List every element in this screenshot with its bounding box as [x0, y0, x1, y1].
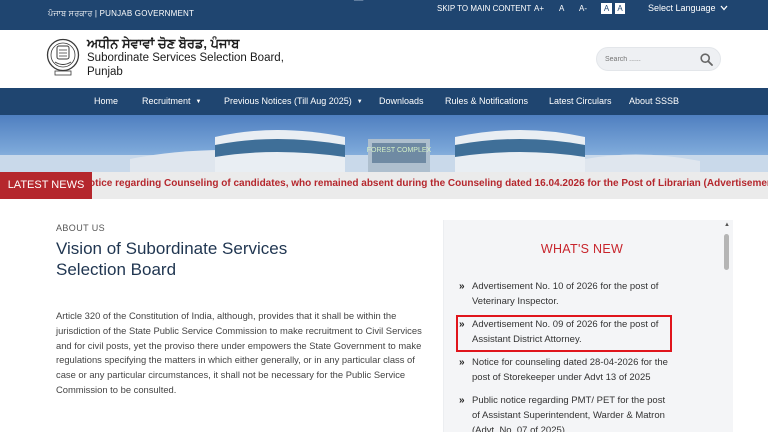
site-header: ਅਧੀਨ ਸੇਵਾਵਾਂ ਚੋਣ ਬੋਰਡ, ਪੰਜਾਬ Subordinate… — [0, 30, 768, 88]
nav-item-about-sssb[interactable]: About SSSB — [629, 96, 679, 106]
nav-item-previous-notices[interactable]: Previous Notices (Till Aug 2025) ▼ — [224, 96, 363, 106]
latest-news-link[interactable]: otice regarding Counseling of candidates… — [89, 178, 768, 189]
nav-item-previous-notices-label: Previous Notices (Till Aug 2025) — [224, 96, 352, 106]
whats-new-item[interactable]: » Public notice regarding PMT/ PET for t… — [459, 393, 674, 432]
nav-item-home[interactable]: Home — [94, 96, 118, 106]
board-title-english: Subordinate Services Selection Board, Pu… — [87, 52, 284, 78]
main-navigation: Home Recruitment ▼ Previous Notices (Till… — [0, 88, 768, 115]
skip-to-main-content-link[interactable]: SKIP TO MAIN CONTENT — [437, 4, 531, 13]
nav-item-downloads-label: Downloads — [379, 96, 424, 106]
scroll-up-icon[interactable]: ▲ — [724, 222, 730, 228]
board-title-punjabi: ਅਧੀਨ ਸੇਵਾਵਾਂ ਚੋਣ ਬੋਰਡ, ਪੰਜਾਬ — [87, 36, 240, 51]
nav-item-rules-notifications[interactable]: Rules & Notifications — [445, 96, 528, 106]
scrollbar-thumb[interactable] — [724, 234, 729, 270]
language-selector[interactable]: Select Language — [648, 3, 728, 13]
decorative-mark: ▔▔ — [354, 1, 364, 7]
top-utility-bar: ਪੰਜਾਬ ਸਰਕਾਰ | PUNJAB GOVERNMENT ▔▔ SKIP … — [0, 0, 768, 30]
caret-down-icon: ▼ — [195, 99, 202, 105]
nav-item-latest-circulars[interactable]: Latest Circulars — [549, 96, 612, 106]
nav-item-recruitment[interactable]: Recruitment ▼ — [142, 96, 201, 106]
nav-item-about-sssb-label: About SSSB — [629, 96, 680, 106]
font-size-increase-button[interactable]: A+ — [534, 4, 544, 13]
nav-item-latest-circulars-label: Latest Circulars — [549, 96, 612, 106]
search-input[interactable] — [605, 52, 695, 67]
font-size-normal-button[interactable]: A — [559, 4, 564, 13]
nav-item-recruitment-label: Recruitment — [142, 96, 191, 106]
double-chevron-right-icon: » — [459, 281, 465, 292]
whats-new-title: WHAT'S NEW — [540, 242, 624, 256]
whats-new-scrollbar[interactable]: ▲ — [723, 220, 731, 432]
font-size-decrease-button[interactable]: A- — [579, 4, 587, 13]
search-box — [596, 47, 721, 71]
state-emblem-icon[interactable] — [46, 38, 80, 78]
latest-news-ticker: LATEST NEWS otice regarding Counseling o… — [0, 172, 768, 199]
whats-new-item-text: Advertisement No. 10 of 2026 for the pos… — [472, 281, 659, 307]
language-selector-label: Select Language — [648, 3, 716, 13]
hero-banner: FOREST COMPLEX — [0, 115, 768, 173]
contrast-dark-button[interactable]: A — [614, 3, 625, 14]
contrast-light-button[interactable]: A — [601, 3, 612, 14]
nav-item-downloads[interactable]: Downloads — [379, 96, 424, 106]
about-title: Vision of Subordinate Services Selection… — [56, 239, 288, 279]
whats-new-item-text: Public notice regarding PMT/ PET for the… — [472, 395, 666, 432]
chevron-down-icon — [720, 5, 728, 11]
about-us-label: ABOUT US — [56, 223, 106, 233]
whats-new-item[interactable]: » Notice for counseling dated 28-04-2026… — [459, 355, 674, 385]
banner-sign-text: FOREST COMPLEX — [367, 147, 432, 154]
whats-new-item[interactable]: » Advertisement No. 09 of 2026 for the p… — [459, 317, 674, 347]
double-chevron-right-icon: » — [459, 357, 465, 368]
nav-item-rules-notifications-label: Rules & Notifications — [445, 96, 529, 106]
building-illustration: FOREST COMPLEX — [0, 130, 768, 173]
caret-down-icon: ▼ — [356, 99, 363, 105]
whats-new-item-text: Advertisement No. 09 of 2026 for the pos… — [472, 319, 659, 345]
double-chevron-right-icon: » — [459, 395, 465, 406]
about-body-text: Article 320 of the Constitution of India… — [56, 310, 422, 395]
whats-new-item[interactable]: » Advertisement No. 10 of 2026 for the p… — [459, 279, 674, 309]
double-chevron-right-icon: » — [459, 319, 465, 330]
nav-item-home-label: Home — [94, 96, 119, 106]
latest-news-label: LATEST NEWS — [0, 172, 92, 199]
whats-new-panel: WHAT'S NEW » Advertisement No. 10 of 202… — [443, 220, 733, 432]
search-icon[interactable] — [700, 53, 713, 66]
government-label: ਪੰਜਾਬ ਸਰਕਾਰ | PUNJAB GOVERNMENT — [48, 9, 195, 18]
whats-new-item-text: Notice for counseling dated 28-04-2026 f… — [472, 357, 668, 383]
